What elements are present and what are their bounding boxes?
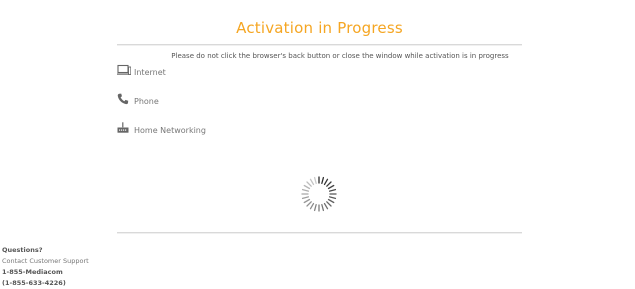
router-icon: [117, 122, 131, 136]
spinner-tick: [313, 176, 317, 185]
spinner-tick: [301, 188, 310, 192]
service-item-phone: Phone: [117, 93, 159, 107]
spinner-tick: [301, 196, 310, 200]
bottom-divider: [117, 232, 522, 233]
spinner-tick: [306, 201, 312, 207]
spinner-tick: [303, 184, 311, 190]
service-item-internet: Internet: [117, 64, 166, 78]
computer-icon: [117, 64, 131, 78]
spinner-tick: [321, 203, 325, 212]
phone-icon: [117, 93, 131, 107]
spinner-tick: [326, 181, 332, 187]
support-phone-word: 1-855-Mediacom: [2, 268, 63, 276]
spinner-tick: [306, 181, 312, 187]
spinner-tick: [326, 201, 332, 207]
service-label-home-networking: Home Networking: [134, 126, 206, 135]
spinner-tick: [328, 188, 337, 192]
spinner-tick: [327, 198, 335, 204]
spinner-tick: [309, 202, 315, 210]
spinner-tick: [327, 184, 335, 190]
spinner-tick: [321, 176, 325, 185]
support-contact-text: Contact Customer Support: [2, 257, 89, 265]
spinner-tick: [323, 178, 329, 186]
page-title: Activation in Progress: [236, 19, 403, 37]
spinner-tick: [323, 202, 329, 210]
loading-spinner-icon: [301, 176, 337, 212]
service-item-home-networking: Home Networking: [117, 122, 206, 136]
support-heading: Questions?: [2, 246, 43, 254]
spinner-tick: [328, 196, 337, 200]
support-phone-number: (1-855-633-4226): [2, 279, 66, 287]
service-label-internet: Internet: [134, 68, 166, 77]
support-block: Questions? Contact Customer Support 1-85…: [2, 245, 89, 289]
spinner-tick: [303, 198, 311, 204]
spinner-tick: [313, 203, 317, 212]
service-label-phone: Phone: [134, 97, 159, 106]
spinner-tick: [309, 178, 315, 186]
activation-warning: Please do not click the browser's back b…: [171, 52, 509, 60]
title-divider: [117, 44, 522, 45]
